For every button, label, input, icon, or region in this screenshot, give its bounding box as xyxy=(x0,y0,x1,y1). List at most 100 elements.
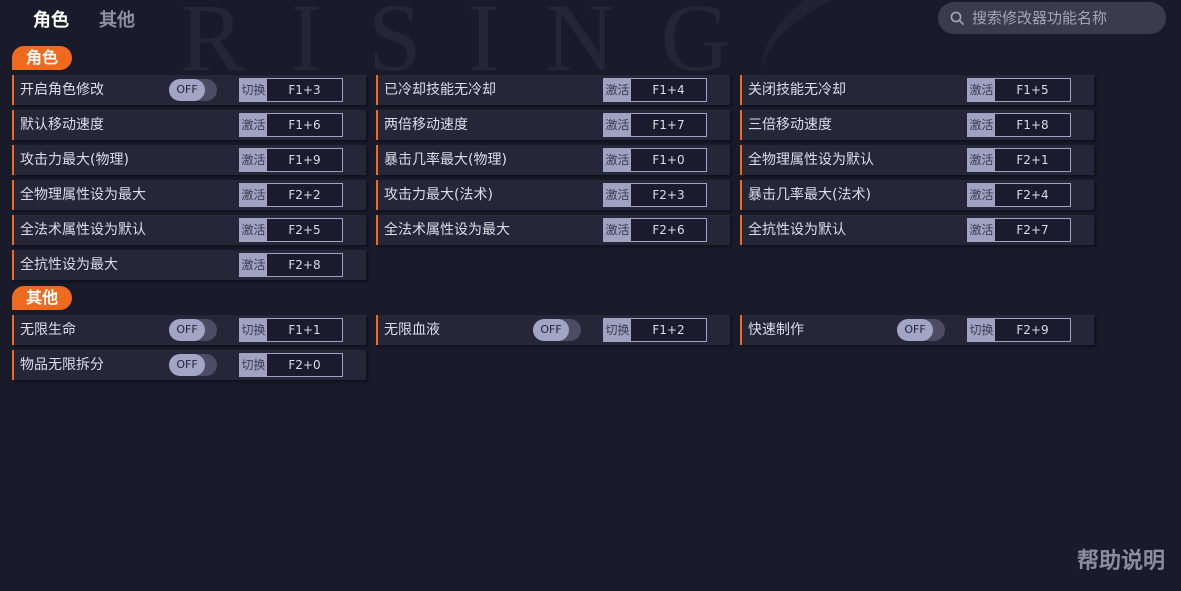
hotkey-field[interactable]: F1+0 xyxy=(631,149,706,171)
hotkey-field[interactable]: F2+7 xyxy=(995,219,1070,241)
section-badge-role: 角色 xyxy=(12,46,73,70)
cheat-row: 无限血液 OFF 切换 F1+2 xyxy=(376,315,730,345)
activate-button[interactable]: 激活 xyxy=(240,254,267,276)
cheat-toggle[interactable]: OFF xyxy=(897,319,945,341)
hotkey-group: 激活 F2+5 xyxy=(239,218,343,242)
cheat-row: 快速制作 OFF 切换 F2+9 xyxy=(740,315,1094,345)
toggle-state: OFF xyxy=(897,319,933,341)
hotkey-group: 切换 F1+2 xyxy=(603,318,707,342)
hotkey-field[interactable]: F1+1 xyxy=(267,319,342,341)
cheat-row: 全法术属性设为默认 激活 F2+5 xyxy=(12,215,366,245)
hotkey-field[interactable]: F1+5 xyxy=(995,79,1070,101)
activate-button[interactable]: 激活 xyxy=(240,219,267,241)
cheat-label: 全物理属性设为默认 xyxy=(748,152,874,168)
hotkey-field[interactable]: F1+8 xyxy=(995,114,1070,136)
hotkey-field[interactable]: F1+3 xyxy=(267,79,342,101)
hotkey-field[interactable]: F1+4 xyxy=(631,79,706,101)
hotkey-group: 切换 F2+0 xyxy=(239,353,343,377)
cheat-toggle[interactable]: OFF xyxy=(533,319,581,341)
cheat-row: 默认移动速度 激活 F1+6 xyxy=(12,110,366,140)
hotkey-field[interactable]: F1+9 xyxy=(267,149,342,171)
cheat-label: 全抗性设为最大 xyxy=(20,257,118,273)
hotkey-group: 激活 F1+5 xyxy=(967,78,1071,102)
cheat-label: 全抗性设为默认 xyxy=(748,222,846,238)
hotkey-group: 激活 F2+6 xyxy=(603,218,707,242)
cheat-row: 两倍移动速度 激活 F1+7 xyxy=(376,110,730,140)
activate-button[interactable]: 激活 xyxy=(240,149,267,171)
activate-button[interactable]: 激活 xyxy=(604,149,631,171)
cheat-label: 快速制作 xyxy=(748,322,804,338)
top-tabs: 角色 其他 xyxy=(33,6,135,32)
cheat-row: 关闭技能无冷却 激活 F1+5 xyxy=(740,75,1094,105)
hotkey-field[interactable]: F2+2 xyxy=(267,184,342,206)
activate-button[interactable]: 激活 xyxy=(968,114,995,136)
help-button[interactable]: 帮助说明 xyxy=(1077,543,1165,575)
activate-button[interactable]: 激活 xyxy=(968,219,995,241)
cheat-label: 全法术属性设为默认 xyxy=(20,222,146,238)
hotkey-group: 激活 F2+4 xyxy=(967,183,1071,207)
cheat-toggle[interactable]: OFF xyxy=(169,354,217,376)
hotkey-field[interactable]: F2+9 xyxy=(995,319,1070,341)
hotkey-group: 激活 F2+3 xyxy=(603,183,707,207)
cheat-label: 攻击力最大(法术) xyxy=(384,187,493,203)
cheat-label: 关闭技能无冷却 xyxy=(748,82,846,98)
hotkey-field[interactable]: F2+6 xyxy=(631,219,706,241)
hotkey-group: 激活 F1+4 xyxy=(603,78,707,102)
cheat-toggle[interactable]: OFF xyxy=(169,79,217,101)
activate-button[interactable]: 切换 xyxy=(968,319,995,341)
hotkey-group: 激活 F2+8 xyxy=(239,253,343,277)
activate-button[interactable]: 激活 xyxy=(604,184,631,206)
hotkey-group: 激活 F1+6 xyxy=(239,113,343,137)
toggle-state: OFF xyxy=(169,319,205,341)
activate-button[interactable]: 激活 xyxy=(240,114,267,136)
cheat-label: 默认移动速度 xyxy=(20,117,104,133)
hotkey-field[interactable]: F1+6 xyxy=(267,114,342,136)
hotkey-group: 切换 F1+1 xyxy=(239,318,343,342)
toggle-state: OFF xyxy=(169,354,205,376)
hotkey-group: 激活 F2+7 xyxy=(967,218,1071,242)
hotkey-field[interactable]: F1+7 xyxy=(631,114,706,136)
activate-button[interactable]: 切换 xyxy=(240,354,267,376)
search-box[interactable] xyxy=(938,2,1166,34)
search-icon xyxy=(950,11,964,25)
hotkey-field[interactable]: F2+1 xyxy=(995,149,1070,171)
activate-button[interactable]: 切换 xyxy=(240,319,267,341)
activate-button[interactable]: 激活 xyxy=(968,184,995,206)
activate-button[interactable]: 激活 xyxy=(240,184,267,206)
cheat-row: 开启角色修改 OFF 切换 F1+3 xyxy=(12,75,366,105)
cheat-row: 暴击几率最大(法术) 激活 F2+4 xyxy=(740,180,1094,210)
hotkey-field[interactable]: F2+5 xyxy=(267,219,342,241)
activate-button[interactable]: 切换 xyxy=(240,79,267,101)
cheat-row: 全物理属性设为默认 激活 F2+1 xyxy=(740,145,1094,175)
hotkey-field[interactable]: F2+8 xyxy=(267,254,342,276)
cheat-row: 全抗性设为最大 激活 F2+8 xyxy=(12,250,366,280)
trainer-window: RISING 角色 其他 角色 开启角色修改OFF切换F1+3已冷却技能无冷却激… xyxy=(0,0,1181,591)
hotkey-field[interactable]: F1+2 xyxy=(631,319,706,341)
cheat-toggle[interactable]: OFF xyxy=(169,319,217,341)
activate-button[interactable]: 激活 xyxy=(604,79,631,101)
tab-role[interactable]: 角色 xyxy=(33,6,69,32)
hotkey-group: 激活 F2+2 xyxy=(239,183,343,207)
toggle-state: OFF xyxy=(169,79,205,101)
search-input[interactable] xyxy=(970,8,1164,28)
hotkey-group: 激活 F1+9 xyxy=(239,148,343,172)
cheat-label: 全物理属性设为最大 xyxy=(20,187,146,203)
hotkey-field[interactable]: F2+3 xyxy=(631,184,706,206)
activate-button[interactable]: 激活 xyxy=(604,114,631,136)
hotkey-field[interactable]: F2+0 xyxy=(267,354,342,376)
activate-button[interactable]: 切换 xyxy=(604,319,631,341)
tab-other[interactable]: 其他 xyxy=(99,6,135,32)
activate-button[interactable]: 激活 xyxy=(604,219,631,241)
section-badge-other: 其他 xyxy=(12,286,73,310)
activate-button[interactable]: 激活 xyxy=(968,149,995,171)
cheat-label: 暴击几率最大(物理) xyxy=(384,152,507,168)
cheat-row: 物品无限拆分 OFF 切换 F2+0 xyxy=(12,350,366,380)
hotkey-group: 激活 F1+8 xyxy=(967,113,1071,137)
activate-button[interactable]: 激活 xyxy=(968,79,995,101)
hotkey-field[interactable]: F2+4 xyxy=(995,184,1070,206)
hotkey-group: 激活 F1+0 xyxy=(603,148,707,172)
cheat-label: 无限生命 xyxy=(20,322,76,338)
cheat-row: 暴击几率最大(物理) 激活 F1+0 xyxy=(376,145,730,175)
cheat-label: 三倍移动速度 xyxy=(748,117,832,133)
cheat-row: 无限生命 OFF 切换 F1+1 xyxy=(12,315,366,345)
